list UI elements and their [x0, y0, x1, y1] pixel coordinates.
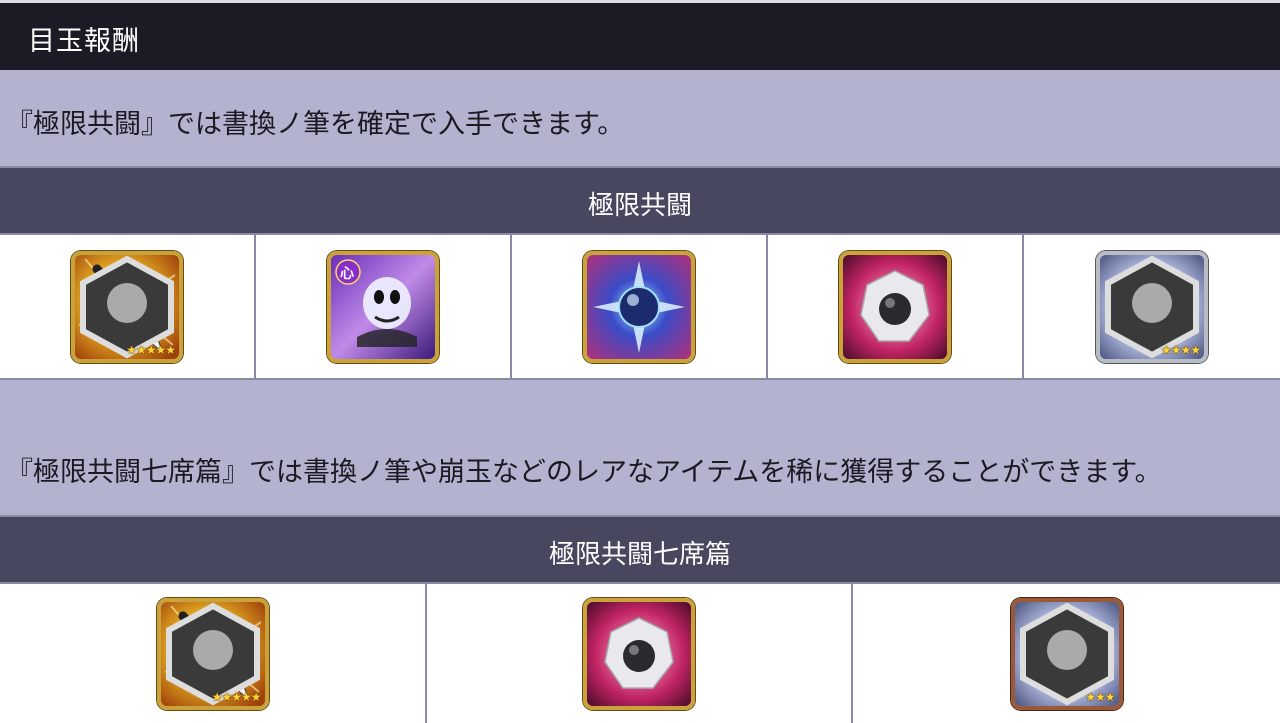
dark-heart-icon[interactable]: ★★★★	[1096, 250, 1208, 363]
section1-description: 『極限共闘』では書換ノ筆を確定で入手できます。	[6, 109, 625, 140]
reward-cell[interactable]: ★★★★★	[0, 235, 256, 378]
rarity-stars: ★★★★★	[126, 342, 176, 357]
crystal-gem-icon[interactable]	[839, 250, 951, 363]
reward-cell[interactable]: ★★★★★	[0, 584, 427, 723]
section2-description: 『極限共闘七席篇』では書換ノ筆や崩玉などのレアなアイテムを稀に獲得することができ…	[6, 457, 1162, 488]
section1-header: 極限共闘	[0, 166, 1280, 235]
rarity-stars: ★★★★	[1160, 342, 1201, 357]
section2-title: 極限共闘七席篇	[548, 540, 731, 570]
page-title: 目玉報酬	[28, 26, 140, 57]
section1-title: 極限共闘	[587, 191, 692, 221]
section2-header: 極限共闘七席篇	[0, 515, 1280, 584]
section2-reward-grid: ★★★★★ ★★★	[0, 584, 1280, 723]
section1-reward-grid: ★★★★★ 心 ★★★★	[0, 235, 1280, 380]
heart-type-label: 心	[340, 265, 354, 282]
reward-page: 目玉報酬 『極限共闘』では書換ノ筆を確定で入手できます。 極限共闘 ★★★★★ …	[0, 0, 1280, 723]
brush-icon[interactable]: ★★★★★	[71, 250, 183, 363]
section1-description-block: 『極限共闘』では書換ノ筆を確定で入手できます。	[0, 70, 1280, 166]
crystal-gem-icon[interactable]	[583, 597, 695, 710]
reward-cell[interactable]: ★★★	[853, 584, 1280, 723]
reward-cell[interactable]: ★★★★	[1024, 235, 1280, 378]
section2-description-block: 『極限共闘七席篇』では書換ノ筆や崩玉などのレアなアイテムを稀に獲得することができ…	[0, 380, 1280, 515]
rarity-stars: ★★★★★	[211, 689, 262, 704]
dark-heart-icon[interactable]: ★★★	[1010, 597, 1123, 710]
brush-icon[interactable]: ★★★★★	[156, 597, 269, 710]
reward-cell[interactable]: 心	[256, 235, 512, 378]
hollow-mask-card-icon[interactable]: 心	[327, 250, 439, 363]
rarity-stars: ★★★	[1085, 689, 1115, 704]
page-header: 目玉報酬	[0, 0, 1280, 70]
reward-cell[interactable]	[427, 584, 853, 723]
reward-cell[interactable]	[512, 235, 768, 378]
blue-orb-icon[interactable]	[583, 250, 695, 363]
reward-cell[interactable]	[768, 235, 1024, 378]
